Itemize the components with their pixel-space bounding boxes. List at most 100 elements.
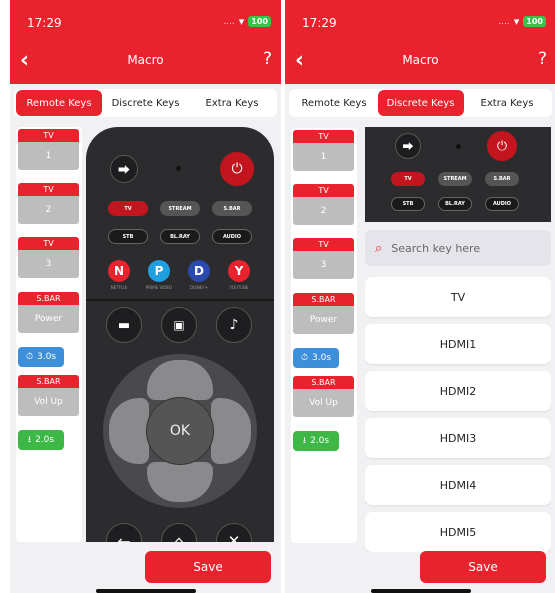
discrete-key-list: TV HDMI1 HDMI2 HDMI3 HDMI4 HDMI5 bbox=[365, 277, 551, 552]
disney-plus-icon[interactable]: D bbox=[188, 260, 210, 282]
close-icon[interactable]: ✕ bbox=[216, 523, 252, 542]
source-sbar-button[interactable]: S.BAR bbox=[485, 172, 519, 186]
macro-item[interactable]: S.BAR Vol Up bbox=[18, 375, 79, 416]
macro-item[interactable]: TV 1 bbox=[18, 129, 79, 170]
tab-extra-keys[interactable]: Extra Keys bbox=[464, 90, 550, 116]
source-tv-button[interactable]: TV bbox=[391, 172, 425, 186]
save-button[interactable]: Save bbox=[145, 551, 271, 583]
macro-item[interactable]: S.BAR Power bbox=[18, 292, 79, 333]
dpad: OK bbox=[103, 354, 257, 508]
delay-value: 2.0s bbox=[35, 435, 55, 445]
page-title: Macro bbox=[402, 53, 439, 67]
macro-delay[interactable]: ⭳ 2.0s bbox=[293, 431, 339, 451]
source-stb-button[interactable]: STB bbox=[391, 197, 425, 211]
macro-item[interactable]: TV 1 bbox=[293, 130, 354, 171]
save-button[interactable]: Save bbox=[420, 551, 546, 583]
input-source-icon[interactable]: ⮕ bbox=[395, 133, 421, 159]
power-icon[interactable]: ⏻ bbox=[487, 131, 517, 161]
macro-item[interactable]: TV 3 bbox=[18, 237, 79, 278]
remote-body: ⮕ ⏻ TV STREAM S.BAR STB BL.RAY AUDIO N N… bbox=[86, 127, 274, 542]
macro-item[interactable]: TV 3 bbox=[293, 238, 354, 279]
tv-screen-icon[interactable]: ▬ bbox=[106, 307, 142, 343]
source-stream-button[interactable]: STREAM bbox=[438, 172, 472, 186]
source-blray-button[interactable]: BL.RAY bbox=[160, 229, 200, 244]
status-icons: .... ▾ 100 bbox=[498, 15, 546, 28]
source-blray-button[interactable]: BL.RAY bbox=[438, 197, 472, 211]
status-bar: 17:29 .... ▾ 100 bbox=[285, 0, 555, 40]
source-audio-button[interactable]: AUDIO bbox=[212, 229, 252, 244]
search-field[interactable]: ⌕ Search key here bbox=[365, 230, 551, 266]
macro-key: 3 bbox=[18, 250, 79, 278]
key-item-hdmi4[interactable]: HDMI4 bbox=[365, 465, 551, 505]
key-item-hdmi3[interactable]: HDMI3 bbox=[365, 418, 551, 458]
dpad-up-button[interactable] bbox=[147, 360, 213, 400]
prime-video-icon[interactable]: P bbox=[148, 260, 170, 282]
macro-key: Vol Up bbox=[293, 389, 354, 417]
delay-value: 3.0s bbox=[37, 352, 57, 362]
screenshot: 17:29 .... ▾ 100 ‹ Macro ? Remote Keys D… bbox=[0, 0, 555, 593]
macro-delay[interactable]: ⏱ 3.0s bbox=[18, 347, 64, 367]
macro-item[interactable]: S.BAR Power bbox=[293, 293, 354, 334]
phone-discrete-keys: 17:29 .... ▾ 100 ‹ Macro ? Remote Keys D… bbox=[285, 0, 555, 593]
macro-key: 2 bbox=[18, 196, 79, 224]
macro-device-tag: S.BAR bbox=[293, 293, 354, 306]
music-note-icon[interactable]: ♪ bbox=[216, 307, 252, 343]
dpad-right-button[interactable] bbox=[211, 398, 251, 464]
help-icon[interactable]: ? bbox=[263, 49, 272, 69]
battery-icon: 100 bbox=[523, 16, 546, 27]
macro-device-tag: TV bbox=[293, 130, 354, 143]
macro-key: 1 bbox=[293, 143, 354, 171]
source-stb-button[interactable]: STB bbox=[108, 229, 148, 244]
nav-bar: ‹ Macro ? bbox=[285, 40, 555, 84]
input-source-icon[interactable]: ⮕ bbox=[110, 155, 138, 183]
download-icon: ⭳ bbox=[302, 436, 307, 446]
youtube-icon[interactable]: Y bbox=[228, 260, 250, 282]
macro-item[interactable]: S.BAR Vol Up bbox=[293, 376, 354, 417]
battery-icon: 100 bbox=[248, 16, 271, 27]
divider bbox=[86, 299, 274, 301]
back-arrow-icon[interactable]: ← bbox=[106, 523, 142, 542]
search-icon: ⌕ bbox=[375, 240, 383, 256]
home-indicator bbox=[371, 589, 471, 593]
search-input[interactable]: Search key here bbox=[391, 242, 480, 255]
home-icon[interactable]: ⌂ bbox=[161, 523, 197, 542]
delay-value: 3.0s bbox=[312, 353, 332, 363]
macro-delay[interactable]: ⏱ 3.0s bbox=[293, 348, 339, 368]
source-stream-button[interactable]: STREAM bbox=[160, 201, 200, 216]
dpad-left-button[interactable] bbox=[109, 398, 149, 464]
macro-device-tag: TV bbox=[18, 183, 79, 196]
source-audio-button[interactable]: AUDIO bbox=[485, 197, 519, 211]
tab-extra-keys[interactable]: Extra Keys bbox=[189, 90, 275, 116]
macro-delay[interactable]: ⭳ 2.0s bbox=[18, 430, 64, 450]
help-icon[interactable]: ? bbox=[538, 49, 547, 69]
key-item-hdmi5[interactable]: HDMI5 bbox=[365, 512, 551, 552]
dpad-down-button[interactable] bbox=[147, 462, 213, 502]
macro-item[interactable]: TV 2 bbox=[293, 184, 354, 225]
app-label: DISNEY+ bbox=[189, 285, 209, 290]
tab-remote-keys[interactable]: Remote Keys bbox=[291, 90, 377, 116]
source-tv-button[interactable]: TV bbox=[108, 201, 148, 216]
remote-body: ⮕ ⏻ TV STREAM S.BAR STB BL.RAY AUDIO bbox=[365, 127, 551, 222]
key-item-hdmi2[interactable]: HDMI2 bbox=[365, 371, 551, 411]
ir-sensor bbox=[456, 144, 461, 149]
ir-sensor bbox=[176, 166, 181, 171]
timer-icon: ⏱ bbox=[25, 352, 33, 362]
macro-item[interactable]: TV 2 bbox=[18, 183, 79, 224]
tab-discrete-keys[interactable]: Discrete Keys bbox=[377, 90, 464, 116]
page-title: Macro bbox=[127, 53, 164, 67]
key-item-tv[interactable]: TV bbox=[365, 277, 551, 317]
netflix-icon[interactable]: N bbox=[108, 260, 130, 282]
key-item-hdmi1[interactable]: HDMI1 bbox=[365, 324, 551, 364]
power-icon[interactable]: ⏻ bbox=[220, 152, 254, 186]
macro-list: TV 1 TV 2 TV 3 S.BAR Power ⏱ 3.0s S.BAR … bbox=[16, 127, 82, 542]
app-label: YOUTUBE bbox=[229, 285, 249, 290]
media-icon[interactable]: ▣ bbox=[161, 307, 197, 343]
ok-button[interactable]: OK bbox=[146, 397, 214, 465]
tab-remote-keys[interactable]: Remote Keys bbox=[16, 90, 102, 116]
remote-control: ⮕ ⏻ TV STREAM S.BAR STB BL.RAY AUDIO N N… bbox=[86, 127, 274, 542]
macro-key: Power bbox=[293, 306, 354, 334]
macro-key: Vol Up bbox=[18, 388, 79, 416]
source-sbar-button[interactable]: S.BAR bbox=[212, 201, 252, 216]
home-indicator bbox=[96, 589, 196, 593]
tab-discrete-keys[interactable]: Discrete Keys bbox=[103, 90, 189, 116]
